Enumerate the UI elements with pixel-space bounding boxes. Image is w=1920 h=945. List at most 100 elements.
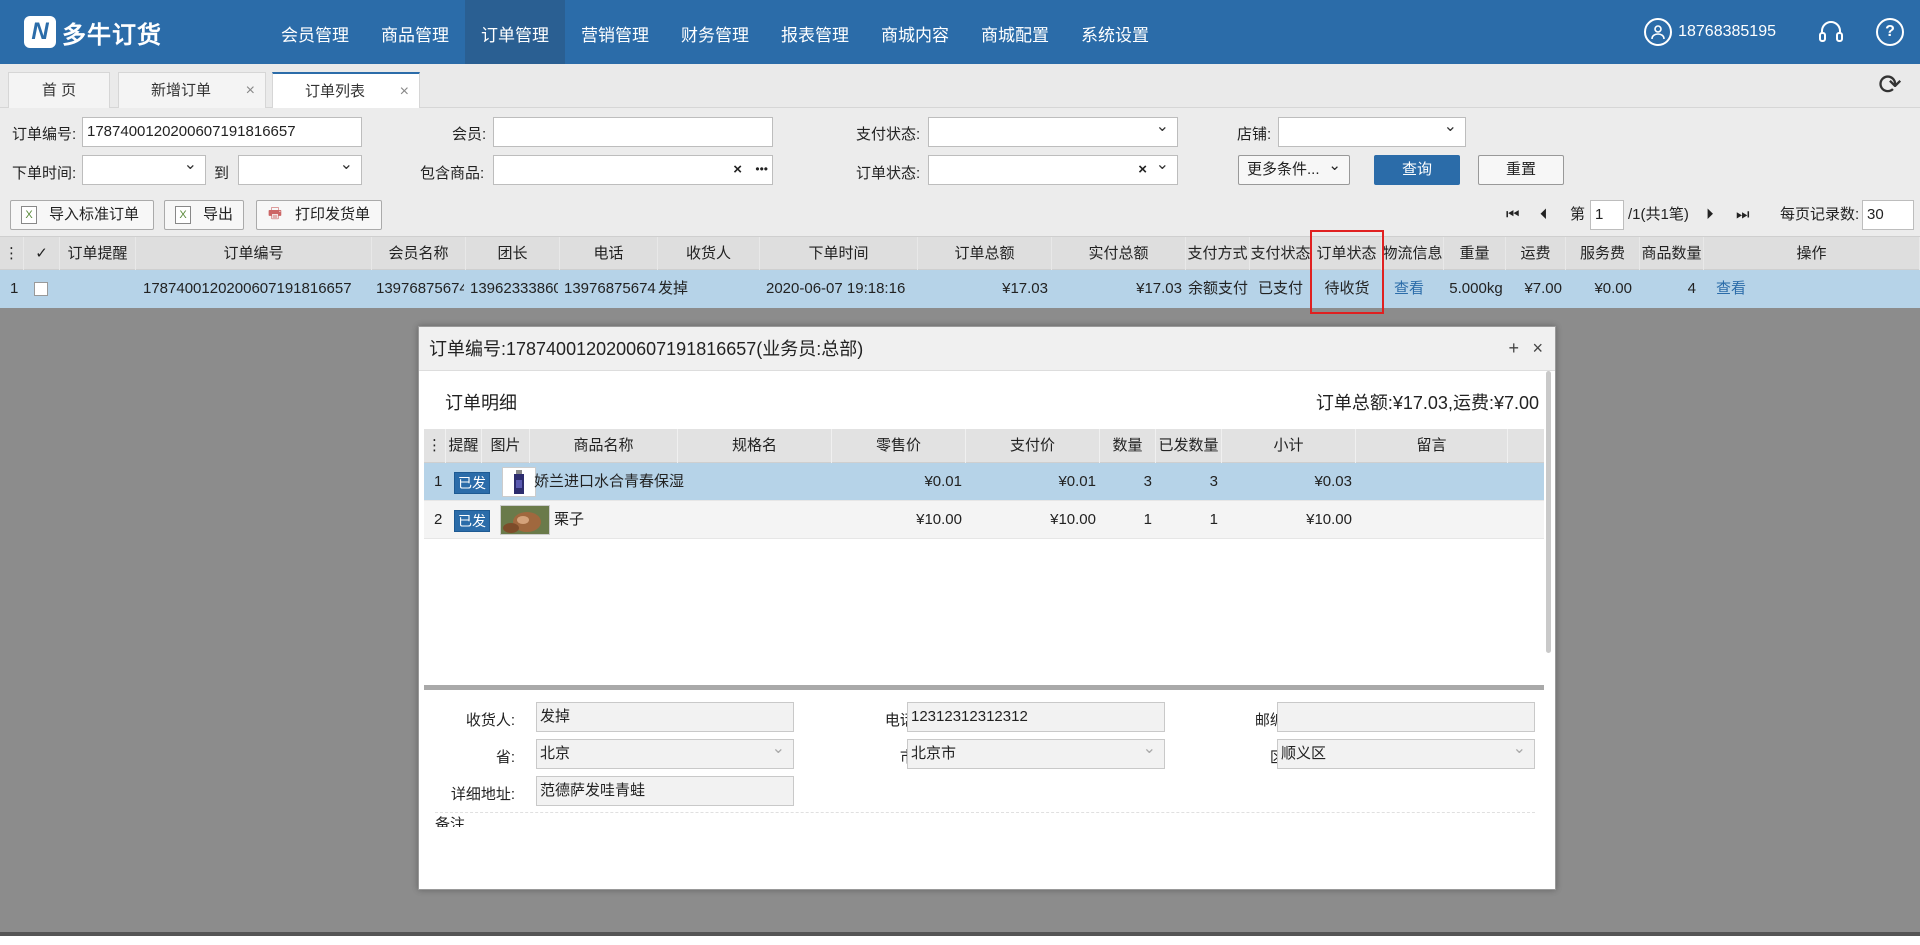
tab-order-list[interactable]: 订单列表 × — [272, 72, 420, 108]
order-no-label: 订单编号: — [12, 126, 77, 143]
zip-field[interactable] — [1277, 702, 1535, 732]
order-status-label: 订单状态: — [856, 165, 921, 182]
clear-icon[interactable]: × — [733, 156, 742, 184]
row-order-no: 1787400120200607191816657 — [143, 280, 352, 297]
import-button[interactable]: X 导入标准订单 — [10, 200, 154, 230]
pay-status-select[interactable] — [928, 113, 1178, 147]
col-check[interactable]: ✓ — [24, 237, 60, 271]
close-icon[interactable]: × — [400, 74, 409, 110]
logo-icon: N — [24, 16, 56, 48]
page-prefix: 第 — [1570, 206, 1586, 223]
row-phone: 13976875674 — [564, 280, 656, 297]
order-time-end[interactable] — [238, 151, 362, 185]
district-select[interactable]: 顺义区 — [1277, 735, 1535, 769]
phone-field[interactable]: 12312312312312 — [907, 702, 1165, 732]
query-button[interactable]: 查询 — [1374, 155, 1460, 185]
more-conditions-button[interactable]: 更多条件... ⌄ — [1238, 155, 1350, 185]
first-page-icon[interactable]: ⏮ — [1506, 200, 1520, 230]
table-row[interactable]: 1 1787400120200607191816657 13976875674 … — [0, 270, 1920, 308]
item-qty: 3 — [1143, 473, 1152, 490]
row-member: 13976875674 — [376, 280, 464, 297]
reset-button[interactable]: 重置 — [1478, 155, 1564, 185]
tab-home-label: 首 页 — [41, 82, 77, 99]
item-shipped: 3 — [1209, 473, 1218, 490]
consignee-field[interactable]: 发掉 — [536, 702, 794, 732]
export-button[interactable]: X 导出 — [164, 200, 244, 230]
user-icon — [1644, 18, 1673, 46]
prev-page-icon[interactable]: ⏴ — [1540, 200, 1548, 230]
nav-goods[interactable]: 商品管理 — [365, 0, 465, 64]
form-divider — [435, 812, 1535, 813]
goods-label: 包含商品: — [420, 165, 485, 182]
close-icon[interactable]: × — [246, 73, 255, 109]
row-checkbox[interactable] — [34, 282, 48, 296]
row-consignee: 发掉 — [658, 280, 689, 297]
per-page-label: 每页记录数: — [1780, 206, 1860, 223]
help-icon[interactable]: ? — [1876, 18, 1904, 46]
address-field[interactable]: 范德萨发哇青蛙 — [536, 776, 794, 806]
table-row[interactable]: 1 已发 娇兰进口水合青春保湿 ¥0.01 ¥0.01 3 3 ¥0.03 — [424, 463, 1544, 501]
product-image — [500, 505, 550, 535]
dcol-retail: 零售价 — [832, 429, 966, 463]
nav-finance[interactable]: 财务管理 — [665, 0, 765, 64]
headset-icon[interactable] — [1816, 17, 1846, 47]
print-button[interactable]: 🖶 打印发货单 — [256, 200, 382, 230]
col-freight: 运费 — [1506, 237, 1566, 271]
maximize-icon[interactable]: + — [1508, 327, 1519, 371]
nav-mall-config[interactable]: 商城配置 — [965, 0, 1065, 64]
last-page-icon[interactable]: ⏭ — [1736, 200, 1750, 230]
bottom-scrollbar[interactable] — [0, 932, 1920, 945]
row-logistics-link[interactable]: 查看 — [1394, 270, 1424, 308]
nav-mall-content[interactable]: 商城内容 — [865, 0, 965, 64]
close-icon[interactable]: × — [1532, 327, 1543, 371]
detail-scrollbar[interactable] — [1546, 371, 1551, 653]
excel-icon: X — [21, 206, 37, 224]
nav-marketing[interactable]: 营销管理 — [565, 0, 665, 64]
export-label: 导出 — [203, 206, 234, 223]
order-no-input[interactable]: 1787400120200607191816657 — [82, 117, 362, 147]
next-page-icon[interactable]: ⏵ — [1706, 200, 1714, 230]
member-input[interactable] — [493, 117, 773, 147]
clear-icon[interactable]: × — [1138, 156, 1147, 184]
panel-splitter[interactable] — [424, 685, 1544, 690]
shop-label: 店铺: — [1237, 126, 1272, 143]
column-menu-icon[interactable]: ⋮ — [424, 429, 446, 463]
city-select[interactable]: 北京市 — [907, 735, 1165, 769]
per-page-stepper[interactable]: 30 — [1862, 200, 1914, 230]
col-pay-method: 支付方式 — [1186, 237, 1250, 271]
table-row[interactable]: 2 已发 栗子 ¥10.00 ¥10.00 1 1 ¥10.00 — [424, 501, 1544, 539]
col-remind: 订单提醒 — [60, 237, 136, 271]
item-index: 1 — [434, 473, 443, 490]
more-icon[interactable]: ••• — [755, 155, 768, 183]
row-leader: 13962333860 — [470, 280, 558, 297]
phone-label: 电话: — [884, 712, 919, 729]
column-menu-icon[interactable]: ⋮ — [0, 237, 24, 271]
nav-member[interactable]: 会员管理 — [265, 0, 365, 64]
notes-label: 备注 — [435, 816, 466, 827]
col-consignee: 收货人 — [658, 237, 760, 271]
province-select[interactable]: 北京 — [536, 735, 794, 769]
main-nav: 会员管理 商品管理 订单管理 营销管理 财务管理 报表管理 商城内容 商城配置 … — [265, 0, 1165, 64]
row-view-link[interactable]: 查看 — [1716, 270, 1746, 308]
goods-input[interactable]: × ••• — [493, 155, 773, 185]
nav-orders[interactable]: 订单管理 — [465, 0, 565, 64]
tab-new-order[interactable]: 新增订单 × — [118, 72, 266, 108]
user-account[interactable]: 18768385195 — [1644, 18, 1776, 46]
tab-home[interactable]: 首 页 — [8, 72, 110, 108]
col-order-no: 订单编号 — [136, 237, 372, 271]
row-freight: ¥7.00 — [1524, 280, 1562, 297]
nav-settings[interactable]: 系统设置 — [1065, 0, 1165, 64]
col-leader: 团长 — [466, 237, 560, 271]
refresh-icon[interactable]: ⟳ — [1874, 70, 1906, 102]
dialog-title: 订单编号:1787400120200607191816657(业务员:总部) — [419, 327, 1555, 371]
order-grid-header: ⋮ ✓ 订单提醒 订单编号 会员名称 团长 电话 收货人 下单时间 订单总额 实… — [0, 236, 1920, 271]
order-time-start[interactable] — [82, 151, 206, 185]
item-pay-price: ¥0.01 — [1058, 473, 1096, 490]
page-input[interactable]: 1 — [1590, 200, 1624, 230]
shop-select[interactable] — [1278, 113, 1466, 147]
detail-grid-header: ⋮ 提醒 图片 商品名称 规格名 零售价 支付价 数量 已发数量 小计 留言 — [424, 429, 1544, 463]
to-label: 到 — [214, 165, 230, 182]
order-status-select[interactable]: × — [928, 151, 1178, 185]
nav-reports[interactable]: 报表管理 — [765, 0, 865, 64]
more-conditions-label: 更多条件... — [1247, 161, 1320, 178]
